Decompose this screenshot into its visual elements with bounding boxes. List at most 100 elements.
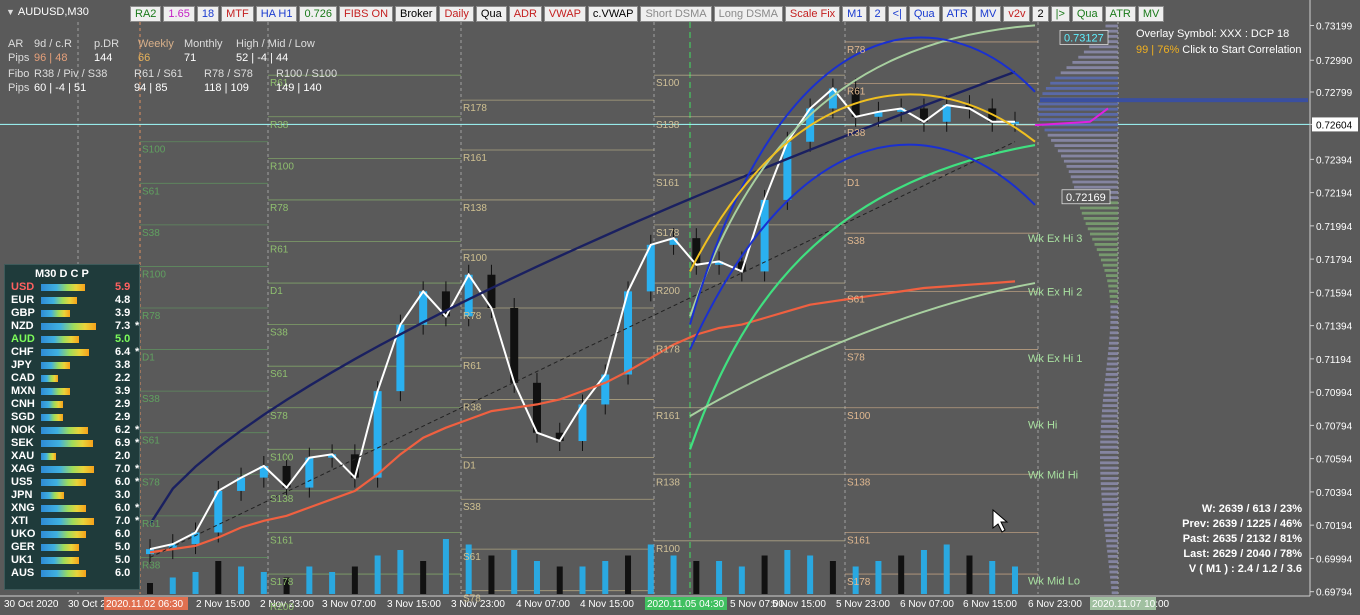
strength-row-aud[interactable]: AUD 5.0	[5, 333, 139, 346]
indicator-toolbar: RA2 1.65 18 MTF HA H1 0.726 FIBS ON Broker Daily…	[130, 6, 1165, 22]
volume-profile-bar	[1110, 300, 1118, 303]
strength-row-aus[interactable]: AUS 6.0	[5, 567, 139, 580]
volume-profile-bar	[1042, 92, 1118, 95]
volume-profile-bar	[1068, 170, 1118, 173]
currency-strength-panel: M30 D C P USD 5.9 EUR 4.8 GBP 3.9 NZD 7.3 * AUD 5.…	[4, 264, 140, 590]
volume-profile-bar	[1108, 341, 1118, 345]
strength-row-nzd[interactable]: NZD 7.3 *	[5, 320, 139, 333]
volume-profile-bar	[1103, 513, 1118, 517]
volume-bar	[420, 561, 427, 594]
toolbar-button-ha-h1[interactable]: HA H1	[255, 6, 298, 22]
strength-bar	[41, 505, 86, 512]
fib-level-label: R61	[270, 244, 289, 255]
toolbar-button-fibs-on[interactable]: FIBS ON	[339, 6, 394, 22]
fib-level-label: S178	[270, 577, 294, 588]
volume-profile-bar	[1105, 378, 1118, 381]
toolbar-button-atr[interactable]: ATR	[1104, 6, 1136, 22]
overlay-correlation-line[interactable]: 99 | 76% Click to Start Correlation	[1136, 42, 1302, 58]
weekly-level-label: Wk Mid Lo	[1028, 576, 1080, 588]
strength-row-ger[interactable]: GER 5.0	[5, 541, 139, 554]
toolbar-button-0-726[interactable]: 0.726	[299, 6, 338, 22]
toolbar-button--[interactable]: |>	[1050, 6, 1070, 22]
strength-row-uko[interactable]: UKO 6.0	[5, 528, 139, 541]
strength-row-nok[interactable]: NOK 6.2 *	[5, 424, 139, 437]
strength-row-cad[interactable]: CAD 2.2	[5, 372, 139, 385]
strength-row-mxn[interactable]: MXN 3.9	[5, 385, 139, 398]
toolbar-button-scale-fix[interactable]: Scale Fix	[784, 6, 841, 22]
fib-level-label: S161	[656, 178, 680, 189]
toolbar-button-long-dsma[interactable]: Long DSMA	[713, 6, 783, 22]
toolbar-button-18[interactable]: 18	[196, 6, 220, 22]
strength-row-eur[interactable]: EUR 4.8	[5, 294, 139, 307]
volume-profile-bar	[1038, 102, 1118, 106]
strength-row-jpn[interactable]: JPN 3.0	[5, 489, 139, 502]
strength-row-xau[interactable]: XAU 2.0	[5, 450, 139, 463]
toolbar-button-vwap[interactable]: VWAP	[543, 6, 586, 22]
toolbar-button-adr[interactable]: ADR	[508, 6, 542, 22]
toolbar-button-short-dsma[interactable]: Short DSMA	[640, 6, 712, 22]
toolbar-button-1-65[interactable]: 1.65	[163, 6, 195, 22]
strength-row-xng[interactable]: XNG 6.0 *	[5, 502, 139, 515]
info-value: 66	[138, 52, 151, 64]
strength-row-usd[interactable]: USD 5.9	[5, 281, 139, 294]
toolbar-button-v2v[interactable]: v2v	[1003, 6, 1031, 22]
strength-bar	[41, 401, 63, 408]
toolbar-button-mtf[interactable]: MTF	[221, 6, 254, 22]
toolbar-button-2[interactable]: 2	[1032, 6, 1049, 22]
volume-bar	[898, 555, 905, 594]
toolbar-button-m1[interactable]: M1	[842, 6, 868, 22]
fib-level-label: D1	[142, 353, 155, 364]
volume-profile-bar	[1110, 321, 1118, 324]
volume-profile-bar	[1072, 180, 1118, 184]
toolbar-button-qua[interactable]: Qua	[908, 6, 940, 22]
toolbar-button-atr[interactable]: ATR	[941, 6, 973, 22]
toolbar-button-mv[interactable]: MV	[974, 6, 1002, 22]
toolbar-button-broker[interactable]: Broker	[395, 6, 438, 22]
strength-row-cnh[interactable]: CNH 2.9	[5, 398, 139, 411]
strength-value: 3.9	[115, 385, 131, 397]
strength-row-sgd[interactable]: SGD 2.9	[5, 411, 139, 424]
volume-bar	[738, 566, 745, 594]
info-value: 71	[184, 52, 197, 64]
fib-level-label: R138	[656, 477, 680, 488]
strength-row-xag[interactable]: XAG 7.0 *	[5, 463, 139, 476]
info-label: High / Mid / Low	[236, 38, 315, 50]
volume-profile-bar	[1055, 76, 1118, 80]
info-label: Fibo	[8, 68, 30, 80]
price-top-label: 0.73127	[1064, 32, 1104, 44]
fib-level-label: S38	[142, 394, 160, 405]
toolbar-button-c-vwap[interactable]: c.VWAP	[587, 6, 639, 22]
y-tick-label: 0.70994	[1316, 388, 1353, 399]
y-tick-label: 0.71794	[1316, 255, 1353, 266]
volume-bar	[943, 544, 950, 594]
toolbar-button-qua[interactable]: Qua	[475, 6, 507, 22]
strength-row-sek[interactable]: SEK 6.9 *	[5, 437, 139, 450]
x-tick-label: 4 Nov 15:00	[580, 599, 634, 610]
toolbar-button-mv[interactable]: MV	[1137, 6, 1165, 22]
volume-profile-bar	[1078, 55, 1118, 59]
strength-row-chf[interactable]: CHF 6.4 *	[5, 346, 139, 359]
volume-profile-bar	[1051, 139, 1118, 142]
overlay-correlation[interactable]: Overlay Symbol: XXX : DCP 18 99 | 76% Cl…	[1136, 26, 1302, 58]
collapse-triangle-icon[interactable]: ▼	[6, 7, 15, 17]
stat-line: W: 2639 / 613 / 23%	[1201, 503, 1302, 515]
strength-row-uk1[interactable]: UK1 5.0	[5, 554, 139, 567]
strength-row-xti[interactable]: XTI 7.0 *	[5, 515, 139, 528]
toolbar-button-ra2[interactable]: RA2	[130, 6, 162, 22]
strength-row-gbp[interactable]: GBP 3.9	[5, 307, 139, 320]
price-mid-label: 0.72169	[1066, 192, 1106, 204]
weekly-level-label: Wk Mid Hi	[1028, 469, 1078, 481]
strength-value: 7.0	[115, 515, 131, 527]
volume-profile-bar	[1089, 232, 1118, 236]
toolbar-button-daily[interactable]: Daily	[439, 6, 474, 22]
volume-profile-bar	[1110, 305, 1118, 309]
toolbar-button-qua[interactable]: Qua	[1071, 6, 1103, 22]
volume-profile-bar	[1101, 492, 1118, 496]
fib-level-label: S78	[847, 353, 865, 364]
fib-level-label: R38	[847, 128, 866, 139]
strength-star: *	[135, 476, 140, 488]
strength-row-jpy[interactable]: JPY 3.8	[5, 359, 139, 372]
strength-row-us5[interactable]: US5 6.0 *	[5, 476, 139, 489]
toolbar-button-2[interactable]: 2	[869, 6, 886, 22]
toolbar-button--[interactable]: <|	[887, 6, 907, 22]
